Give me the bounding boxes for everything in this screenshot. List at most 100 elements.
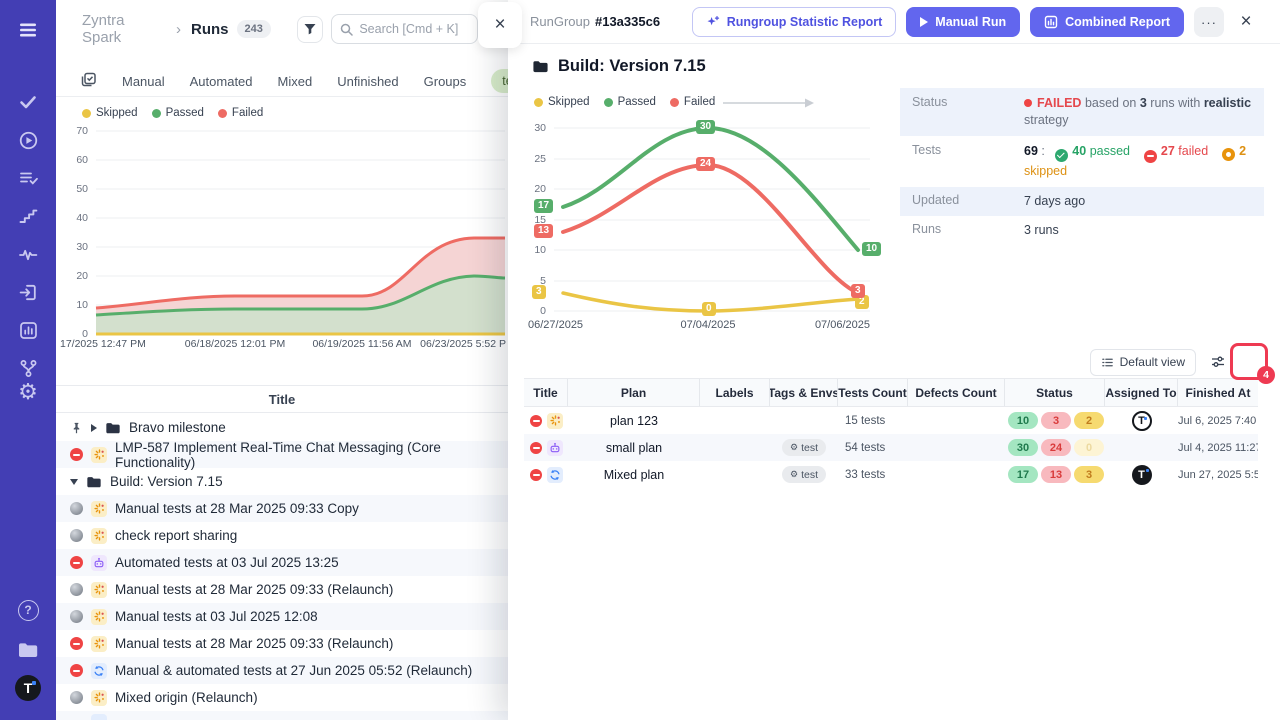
plan-name[interactable]: small plan [568,441,700,455]
finished-status-icon [70,529,83,542]
statistic-report-button[interactable]: Rungroup Statistic Report [692,7,897,37]
tests-count: 54 tests [838,442,908,454]
sparkles-icon [706,15,720,29]
filter-button[interactable] [297,16,323,43]
failed-status-icon [70,664,83,677]
x-tick: 07/04/2025 [648,319,768,331]
col-labels[interactable]: Labels [700,379,770,406]
manual-run-button[interactable]: Manual Run [906,7,1020,37]
rungroup-label: RunGroup [530,14,590,29]
tab-mixed[interactable]: Mixed [278,74,313,89]
run-row[interactable]: Automated tests at 03 Jul 2025 13:25 [56,549,508,576]
panel-close-button[interactable]: × [478,2,522,48]
col-tags-envs[interactable]: Tags & Envs [770,379,838,406]
chevron-down-icon[interactable] [70,479,78,485]
runs-tabs: Manual Automated Mixed Unfinished Groups… [56,66,508,97]
point-label-passed: 17 [534,199,553,213]
col-plan[interactable]: Plan [568,379,700,406]
user-avatar[interactable]: T [0,674,56,702]
manual-run-icon [547,413,563,429]
search-input[interactable] [359,22,469,36]
assignee-avatar[interactable]: T [1132,411,1152,431]
assignee-avatar[interactable]: T [1132,465,1152,485]
tab-automated[interactable]: Automated [190,74,253,89]
activity-icon[interactable] [0,240,56,268]
y-tick: 0 [520,305,546,317]
gear-icon[interactable]: ⚙ [0,376,56,408]
help-icon[interactable]: ? [0,596,56,624]
legend-arrow [723,99,814,108]
failed-pill: 3 [1041,412,1071,429]
col-finished-at[interactable]: Finished At [1178,379,1258,406]
tag-chip[interactable]: ⚙test [782,466,826,483]
tests-count: 15 tests [838,415,908,427]
passed-check-icon [1055,149,1068,162]
failed-dot [670,98,679,107]
more-actions-button[interactable]: ··· [1194,7,1224,37]
chevron-right-icon[interactable] [91,424,97,432]
breadcrumb-page: Runs [191,21,229,38]
play-icon [920,17,928,27]
run-row-partial[interactable] [56,711,508,720]
runs-count-badge: 243 [237,20,271,38]
tests-count: 33 tests [838,469,908,481]
col-tests-count[interactable]: Tests Count [838,379,908,406]
tab-unfinished[interactable]: Unfinished [337,74,398,89]
tab-test-work-pill[interactable]: test work [491,69,508,93]
plan-name[interactable]: Mixed plan [568,468,700,482]
finished-at: Jul 6, 2025 7:40 [1178,415,1258,427]
failed-pill: 13 [1041,466,1071,483]
breadcrumb-project[interactable]: Zyntra Spark [82,12,166,46]
play-circle-icon[interactable] [0,126,56,154]
table-settings-button[interactable] [1204,348,1232,376]
sign-in-icon[interactable] [0,278,56,306]
run-row[interactable]: Mixed origin (Relaunch) [56,684,508,711]
steps-icon[interactable] [0,202,56,230]
rungroup-title: Build: Version 7.15 [532,57,706,76]
combined-report-button[interactable]: Combined Report [1030,7,1184,37]
tab-groups[interactable]: Groups [424,74,467,89]
finished-status-icon [70,583,83,596]
table-row[interactable]: Mixed plan ⚙test 33 tests 17 13 3 T Jun … [524,461,1258,488]
table-row[interactable]: plan 123 15 tests 10 3 2 T Jul 6, 2025 7… [524,407,1258,434]
passed-dot [604,98,613,107]
sliders-icon [1210,354,1226,370]
folder-icon[interactable] [0,636,56,664]
detail-status-row: Status FAILED based on 3 runs with reali… [900,88,1264,136]
col-assigned-to[interactable]: Assigned To [1105,379,1178,406]
table-view-bar: Default view [508,348,1264,376]
folder-icon [532,59,549,74]
plan-name[interactable]: plan 123 [568,414,700,428]
run-row[interactable]: Manual tests at 28 Mar 2025 09:33 (Relau… [56,630,508,657]
breadcrumb-separator: › [174,21,183,38]
runs-label: Runs [912,222,1024,239]
default-view-button[interactable]: Default view [1090,349,1196,376]
run-row[interactable]: Manual tests at 28 Mar 2025 09:33 Copy [56,495,508,522]
detail-runs-row: Runs 3 runs [900,216,1264,245]
bar-chart-icon[interactable] [0,316,56,344]
list-check-icon[interactable] [0,164,56,192]
close-drawer-button[interactable]: × [1234,7,1258,37]
run-row[interactable]: Manual & automated tests at 27 Jun 2025 … [56,657,508,684]
col-title[interactable]: Title [524,379,568,406]
tab-manual[interactable]: Manual [122,74,165,89]
tab-select-icon[interactable] [80,71,97,91]
menu-icon[interactable] [0,16,56,44]
col-status[interactable]: Status [1005,379,1105,406]
run-row[interactable]: check report sharing [56,522,508,549]
tag-chip[interactable]: ⚙test [782,439,826,456]
gear-glyph: ⚙ [18,379,38,405]
runs-trend-chart: 70 60 50 40 30 20 10 0 17/2025 12:47 PM … [56,100,508,360]
check-icon[interactable] [0,88,56,116]
finished-at: Jun 27, 2025 5:52 [1178,469,1258,481]
run-row[interactable]: LMP-587 Implement Real-Time Chat Messagi… [56,441,508,468]
table-row[interactable]: small plan ⚙test 54 tests 30 24 0 Jul 4,… [524,434,1258,461]
tests-value: 69 : 40 passed 27 failed 2 skipped [1024,143,1246,180]
x-tick: 07/06/2025 [790,319,870,331]
run-group-row[interactable]: Build: Version 7.15 [56,468,508,495]
run-row[interactable]: Manual tests at 28 Mar 2025 09:33 (Relau… [56,576,508,603]
run-row[interactable]: Manual tests at 03 Jul 2025 12:08 [56,603,508,630]
col-defects-count[interactable]: Defects Count [908,379,1005,406]
search-box[interactable] [331,14,478,44]
run-group-row[interactable]: Bravo milestone [56,414,508,441]
